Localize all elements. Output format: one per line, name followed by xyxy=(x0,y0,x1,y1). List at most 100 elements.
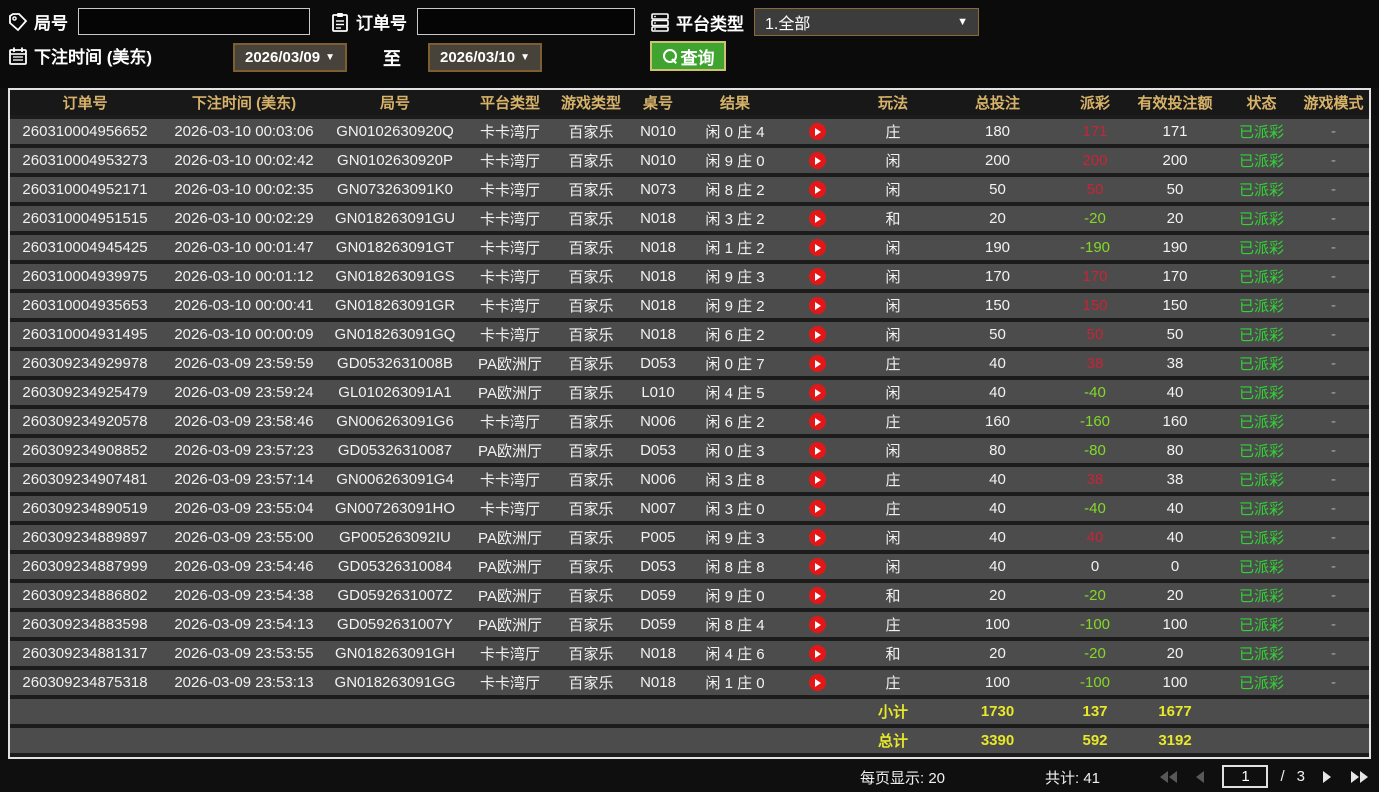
payout-cell: -190 xyxy=(1079,239,1111,256)
status-badge: 已派彩 xyxy=(1238,530,1284,547)
prev-page-button[interactable] xyxy=(1190,768,1210,786)
round-number-cell: GL010263091A1 xyxy=(338,384,452,401)
game-type-cell: 百家乐 xyxy=(568,298,614,315)
valid-bet-cell: 38 xyxy=(1166,355,1184,372)
replay-play-button[interactable] xyxy=(808,152,826,170)
page-separator: / xyxy=(1280,768,1285,785)
table-number-cell: N018 xyxy=(640,326,676,343)
order-number-cell: 260309234889897 xyxy=(22,529,148,546)
replay-play-button[interactable] xyxy=(808,210,826,228)
total-row: 总计 3390 592 3192 xyxy=(10,728,1369,753)
column-header: 游戏模式 xyxy=(1303,95,1364,112)
result-cell: 闲 0 庄 3 xyxy=(705,443,765,460)
play-type-cell: 和 xyxy=(885,211,901,228)
replay-play-button[interactable] xyxy=(808,239,826,257)
chevron-down-icon: ▼ xyxy=(325,52,335,63)
replay-play-button[interactable] xyxy=(808,471,826,489)
last-page-button[interactable] xyxy=(1349,768,1369,786)
replay-cell xyxy=(778,268,856,286)
table-row: 260309234890519 2026-03-09 23:55:04 GN00… xyxy=(10,496,1369,521)
payout-cell: 50 xyxy=(1086,326,1104,343)
valid-bet-cell: 50 xyxy=(1166,326,1184,343)
order-number-input[interactable] xyxy=(417,8,635,35)
date-from-value: 2026/03/09 xyxy=(245,49,321,66)
result-cell: 闲 9 庄 0 xyxy=(705,588,765,605)
round-number-cell: GN0102630920P xyxy=(337,152,453,169)
payout-cell: -100 xyxy=(1079,674,1111,691)
replay-play-button[interactable] xyxy=(808,500,826,518)
replay-cell xyxy=(778,587,856,605)
round-number-cell: GN018263091GS xyxy=(335,268,455,285)
page-number-input[interactable] xyxy=(1222,765,1269,788)
payout-cell: -20 xyxy=(1084,210,1106,227)
payout-cell: 40 xyxy=(1086,529,1104,546)
payout-cell: 171 xyxy=(1082,123,1108,140)
total-bet-cell: 40 xyxy=(989,529,1006,546)
pager-controls: / 3 xyxy=(1158,765,1369,788)
replay-play-button[interactable] xyxy=(808,268,826,286)
total-bet-cell: 50 xyxy=(989,326,1006,343)
status-badge: 已派彩 xyxy=(1238,501,1284,518)
result-cell: 闲 1 庄 0 xyxy=(705,675,765,692)
replay-cell xyxy=(778,413,856,431)
table-row: 260309234908852 2026-03-09 23:57:23 GD05… xyxy=(10,438,1369,463)
table-number-cell: D053 xyxy=(640,558,676,575)
replay-play-button[interactable] xyxy=(808,297,826,315)
date-to-picker[interactable]: 2026/03/10 ▼ xyxy=(428,43,542,72)
replay-play-button[interactable] xyxy=(808,558,826,576)
game-type-cell: 百家乐 xyxy=(568,675,614,692)
platform-type-select[interactable]: 1.全部 ▼ xyxy=(754,8,979,36)
game-mode-cell: - xyxy=(1331,152,1336,169)
platform-cell: PA欧洲厅 xyxy=(478,559,542,576)
play-type-cell: 闲 xyxy=(885,298,901,315)
column-header: 派彩 xyxy=(1079,95,1110,112)
replay-play-button[interactable] xyxy=(808,384,826,402)
replay-play-button[interactable] xyxy=(808,674,826,692)
platform-cell: PA欧洲厅 xyxy=(478,443,542,460)
date-from-picker[interactable]: 2026/03/09 ▼ xyxy=(233,43,347,72)
round-number-cell: GN018263091GT xyxy=(335,239,455,256)
valid-bet-cell: 20 xyxy=(1166,210,1184,227)
column-header: 平台类型 xyxy=(479,95,540,112)
replay-play-button[interactable] xyxy=(808,587,826,605)
result-cell: 闲 8 庄 4 xyxy=(705,617,765,634)
next-page-button[interactable] xyxy=(1317,768,1337,786)
column-header: 游戏类型 xyxy=(560,95,621,112)
replay-play-button[interactable] xyxy=(808,413,826,431)
replay-cell xyxy=(778,210,856,228)
search-button[interactable]: 查询 xyxy=(650,41,726,71)
first-page-button[interactable] xyxy=(1158,768,1178,786)
replay-play-button[interactable] xyxy=(808,616,826,634)
valid-bet-cell: 160 xyxy=(1162,413,1188,430)
replay-play-button[interactable] xyxy=(808,326,826,344)
payout-cell: 0 xyxy=(1090,558,1100,575)
bet-time-cell: 2026-03-10 00:01:12 xyxy=(174,268,314,285)
game-mode-cell: - xyxy=(1331,123,1336,140)
game-type-cell: 百家乐 xyxy=(568,182,614,199)
replay-play-button[interactable] xyxy=(808,181,826,199)
replay-play-button[interactable] xyxy=(808,123,826,141)
valid-bet-cell: 170 xyxy=(1162,268,1188,285)
replay-play-button[interactable] xyxy=(808,442,826,460)
replay-play-button[interactable] xyxy=(808,529,826,547)
bet-time-cell: 2026-03-09 23:58:46 xyxy=(174,413,314,430)
replay-cell xyxy=(778,123,856,141)
table-row: 260310004952171 2026-03-10 00:02:35 GN07… xyxy=(10,177,1369,202)
play-type-cell: 闲 xyxy=(885,385,901,402)
replay-play-button[interactable] xyxy=(808,645,826,663)
game-type-cell: 百家乐 xyxy=(568,617,614,634)
replay-play-button[interactable] xyxy=(808,355,826,373)
table-body: 260310004956652 2026-03-10 00:03:06 GN01… xyxy=(10,119,1369,695)
table-number-cell: D059 xyxy=(640,616,676,633)
payout-cell: -100 xyxy=(1079,616,1111,633)
bet-time-cell: 2026-03-09 23:57:14 xyxy=(174,471,314,488)
table-number-cell: D053 xyxy=(640,355,676,372)
play-type-cell: 闲 xyxy=(885,530,901,547)
bet-time-label: 下注时间 (美东) xyxy=(34,48,153,67)
total-bet-cell: 170 xyxy=(984,268,1011,285)
total-bet-cell: 160 xyxy=(984,413,1011,430)
round-number-input[interactable] xyxy=(78,8,310,35)
valid-bet-cell: 80 xyxy=(1166,442,1184,459)
table-row: 260310004935653 2026-03-10 00:00:41 GN01… xyxy=(10,293,1369,318)
valid-bet-cell: 20 xyxy=(1166,645,1184,662)
